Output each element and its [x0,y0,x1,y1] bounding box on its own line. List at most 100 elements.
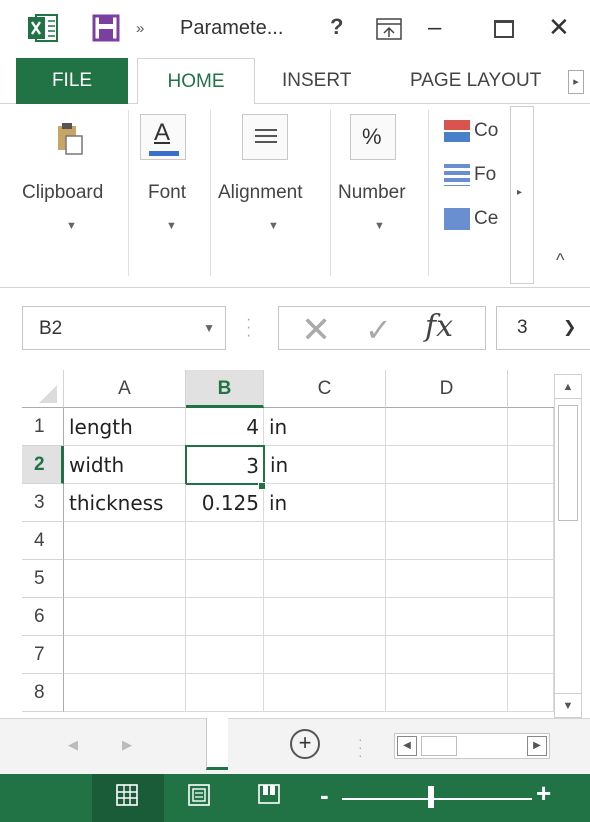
cell-d5[interactable] [386,560,508,598]
format-as-table-button[interactable]: Fo [444,164,508,186]
cell-b6[interactable] [186,598,264,636]
cell-b3[interactable]: 0.125 [186,484,264,522]
row-header-7[interactable]: 7 [22,636,64,674]
cell-e4[interactable] [508,522,554,560]
column-header-e[interactable] [508,370,554,408]
row-header-6[interactable]: 6 [22,598,64,636]
tab-page-layout[interactable]: PAGE LAYOUT [410,58,541,104]
select-all-button[interactable] [22,370,64,408]
formula-bar-grip-icon[interactable]: · · · [246,312,251,344]
clipboard-group[interactable]: Clipboard ▼ [0,104,128,276]
sheet-nav-left-icon[interactable]: ◀ [68,737,78,753]
cell-a6[interactable] [64,598,186,636]
cell-a3[interactable]: thickness [64,484,186,522]
cancel-entry-icon[interactable]: ✕ [301,309,331,351]
tab-file[interactable]: FILE [16,58,128,104]
enter-entry-icon[interactable]: ✓ [365,311,392,349]
vertical-scrollbar[interactable]: ▲ ▼ [554,374,582,718]
cell-c3[interactable]: in [264,484,386,522]
zoom-in-button[interactable]: + [536,778,551,809]
tab-home[interactable]: HOME [137,58,255,105]
tab-split-grip-icon[interactable]: · · · [358,732,363,762]
cell-d3[interactable] [386,484,508,522]
page-break-preview-icon[interactable] [258,784,280,806]
column-header-a[interactable]: A [64,370,186,408]
cell-a7[interactable] [64,636,186,674]
formula-input[interactable]: 3 ❯ [496,306,590,350]
cell-e8[interactable] [508,674,554,712]
sheet-nav-right-icon[interactable]: ▶ [122,737,132,753]
column-header-b[interactable]: B [186,370,264,408]
cell-b2-selected[interactable]: 3 [185,445,265,485]
cell-a2[interactable]: width [64,446,186,484]
scroll-up-button[interactable]: ▲ [555,375,581,399]
close-button[interactable]: ✕ [548,12,570,43]
cell-c2[interactable]: in [265,446,386,484]
name-box[interactable]: B2 ▼ [22,306,226,350]
cell-a1[interactable]: length [64,408,186,446]
name-box-dropdown-icon[interactable]: ▼ [203,321,215,335]
maximize-button[interactable] [494,20,514,38]
cell-c5[interactable] [264,560,386,598]
expand-formula-bar-icon[interactable]: ❯ [563,317,576,337]
cell-e5[interactable] [508,560,554,598]
cell-c6[interactable] [264,598,386,636]
cell-d1[interactable] [386,408,508,446]
row-header-4[interactable]: 4 [22,522,64,560]
zoom-slider-thumb[interactable] [428,786,434,808]
vertical-scroll-thumb[interactable] [558,405,578,521]
quick-access-more-icon[interactable]: » [136,20,144,37]
cell-a5[interactable] [64,560,186,598]
cell-e2[interactable] [508,446,554,484]
cell-b8[interactable] [186,674,264,712]
horizontal-scroll-thumb[interactable] [421,736,457,756]
cell-e1[interactable] [508,408,554,446]
cell-e7[interactable] [508,636,554,674]
column-header-c[interactable]: C [264,370,386,408]
cell-e6[interactable] [508,598,554,636]
scroll-down-button[interactable]: ▼ [555,693,581,717]
number-group[interactable]: % Number ▼ [332,104,428,276]
cell-c8[interactable] [264,674,386,712]
minimize-button[interactable]: – [428,14,441,42]
row-header-5[interactable]: 5 [22,560,64,598]
zoom-out-button[interactable]: - [320,780,329,811]
scroll-right-button[interactable]: ▶ [527,736,547,756]
help-button[interactable]: ? [330,14,343,40]
excel-logo-icon[interactable] [28,14,58,42]
row-header-2[interactable]: 2 [22,446,64,484]
save-icon[interactable] [92,14,120,42]
tab-scroll-right-button[interactable]: ▸ [568,70,584,94]
horizontal-scrollbar[interactable]: ◀ ▶ [394,733,550,759]
column-header-d[interactable]: D [386,370,508,408]
fill-handle[interactable] [258,482,266,490]
cell-e3[interactable] [508,484,554,522]
cell-a4[interactable] [64,522,186,560]
row-header-8[interactable]: 8 [22,674,64,712]
cell-d2[interactable] [386,446,508,484]
row-header-3[interactable]: 3 [22,484,64,522]
normal-view-button[interactable] [92,774,164,822]
cell-c7[interactable] [264,636,386,674]
alignment-group[interactable]: Alignment ▼ [212,104,330,276]
cell-b1[interactable]: 4 [186,408,264,446]
cell-d4[interactable] [386,522,508,560]
scroll-left-button[interactable]: ◀ [397,736,417,756]
cell-b7[interactable] [186,636,264,674]
cell-d7[interactable] [386,636,508,674]
tab-insert[interactable]: INSERT [282,58,351,104]
row-header-1[interactable]: 1 [22,408,64,446]
font-group[interactable]: A Font ▼ [130,104,210,276]
insert-function-icon[interactable]: fx [425,309,453,344]
cell-c1[interactable]: in [264,408,386,446]
cell-c4[interactable] [264,522,386,560]
cell-b4[interactable] [186,522,264,560]
styles-scroll-button[interactable]: ▸ [510,106,534,284]
conditional-formatting-button[interactable]: Co [444,120,508,142]
sheet-tab-active[interactable] [206,718,228,770]
page-layout-view-icon[interactable] [188,784,210,806]
zoom-slider-track[interactable] [342,798,532,800]
cell-a8[interactable] [64,674,186,712]
cell-d6[interactable] [386,598,508,636]
collapse-ribbon-icon[interactable]: ^ [556,250,564,271]
